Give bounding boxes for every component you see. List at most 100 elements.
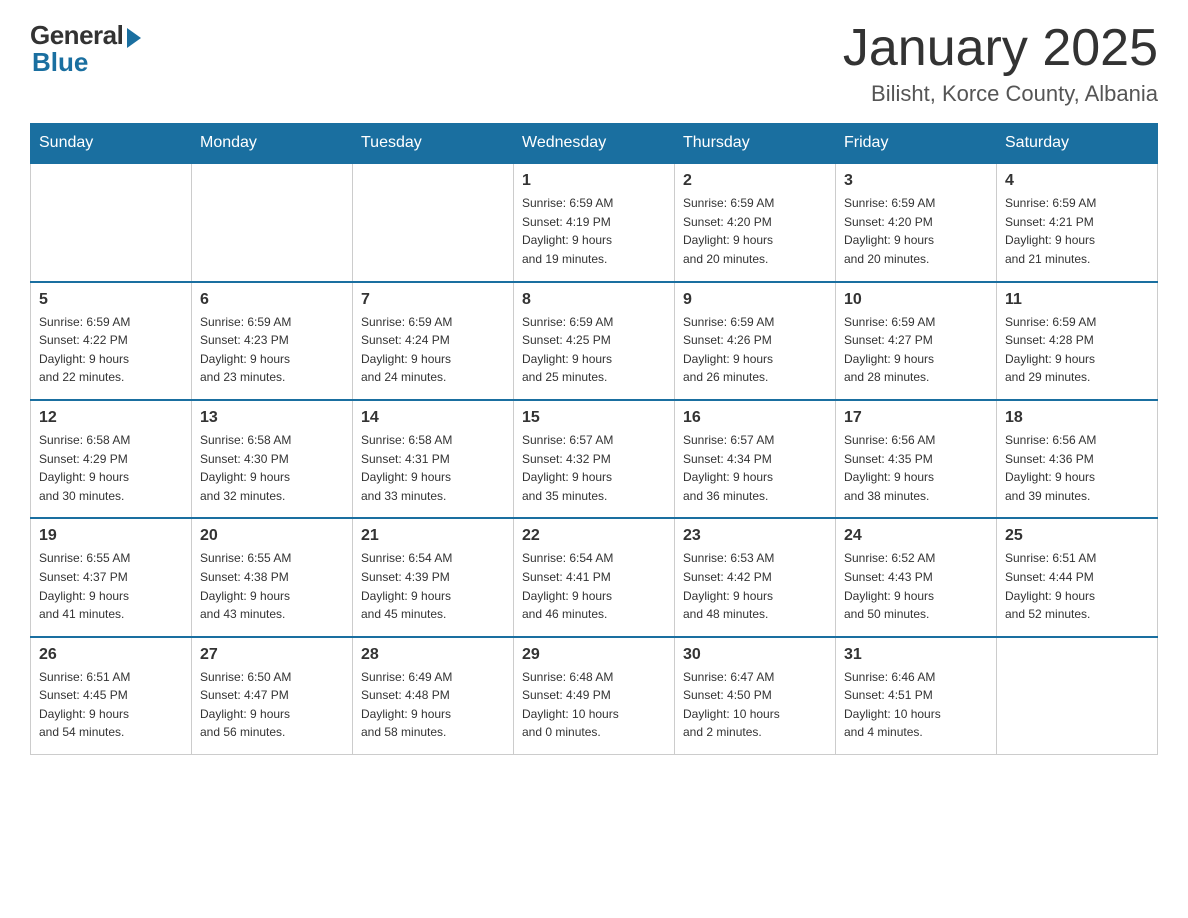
day-info: Sunrise: 6:48 AM Sunset: 4:49 PM Dayligh…: [522, 668, 666, 742]
day-info: Sunrise: 6:54 AM Sunset: 4:39 PM Dayligh…: [361, 549, 505, 623]
calendar-cell: 26 Sunrise: 6:51 AM Sunset: 4:45 PM Dayli…: [31, 637, 192, 755]
day-info: Sunrise: 6:54 AM Sunset: 4:41 PM Dayligh…: [522, 549, 666, 623]
day-number: 6: [200, 291, 344, 309]
calendar-cell: 11Sunrise: 6:59 AM Sunset: 4:28 PM Dayli…: [997, 282, 1158, 400]
day-number: 25: [1005, 527, 1149, 545]
day-number: 3: [844, 172, 988, 190]
day-number: 20: [200, 527, 344, 545]
day-info: Sunrise: 6:59 AM Sunset: 4:20 PM Dayligh…: [683, 194, 827, 268]
day-info: Sunrise: 6:52 AM Sunset: 4:43 PM Dayligh…: [844, 549, 988, 623]
calendar-cell: 25 Sunrise: 6:51 AM Sunset: 4:44 PM Dayli…: [997, 518, 1158, 636]
day-number: 9: [683, 291, 827, 309]
day-number: 31: [844, 646, 988, 664]
calendar-cell: 22 Sunrise: 6:54 AM Sunset: 4:41 PM Dayli…: [514, 518, 675, 636]
day-number: 8: [522, 291, 666, 309]
weekday-header-wednesday: Wednesday: [514, 124, 675, 164]
weekday-header-tuesday: Tuesday: [353, 124, 514, 164]
day-number: 5: [39, 291, 183, 309]
day-info: Sunrise: 6:59 AM Sunset: 4:25 PM Dayligh…: [522, 313, 666, 387]
calendar-cell: [997, 637, 1158, 755]
day-number: 26: [39, 646, 183, 664]
calendar-cell: 16 Sunrise: 6:57 AM Sunset: 4:34 PM Dayli…: [675, 400, 836, 518]
calendar-cell: 30Sunrise: 6:47 AM Sunset: 4:50 PM Dayli…: [675, 637, 836, 755]
day-info: Sunrise: 6:57 AM Sunset: 4:32 PM Dayligh…: [522, 431, 666, 505]
calendar-cell: 27 Sunrise: 6:50 AM Sunset: 4:47 PM Dayli…: [192, 637, 353, 755]
calendar-cell: 3Sunrise: 6:59 AM Sunset: 4:20 PM Daylig…: [836, 163, 997, 281]
day-number: 1: [522, 172, 666, 190]
calendar-cell: 13 Sunrise: 6:58 AM Sunset: 4:30 PM Dayli…: [192, 400, 353, 518]
calendar-cell: 31 Sunrise: 6:46 AM Sunset: 4:51 PM Dayli…: [836, 637, 997, 755]
weekday-header-monday: Monday: [192, 124, 353, 164]
day-info: Sunrise: 6:59 AM Sunset: 4:26 PM Dayligh…: [683, 313, 827, 387]
day-info: Sunrise: 6:47 AM Sunset: 4:50 PM Dayligh…: [683, 668, 827, 742]
day-number: 22: [522, 527, 666, 545]
day-info: Sunrise: 6:57 AM Sunset: 4:34 PM Dayligh…: [683, 431, 827, 505]
weekday-header-thursday: Thursday: [675, 124, 836, 164]
day-info: Sunrise: 6:51 AM Sunset: 4:44 PM Dayligh…: [1005, 549, 1149, 623]
calendar-cell: 9 Sunrise: 6:59 AM Sunset: 4:26 PM Daylig…: [675, 282, 836, 400]
weekday-header-saturday: Saturday: [997, 124, 1158, 164]
calendar-cell: [353, 163, 514, 281]
calendar-header: SundayMondayTuesdayWednesdayThursdayFrid…: [31, 124, 1158, 164]
day-number: 18: [1005, 409, 1149, 427]
day-number: 12: [39, 409, 183, 427]
day-info: Sunrise: 6:59 AM Sunset: 4:23 PM Dayligh…: [200, 313, 344, 387]
day-number: 10: [844, 291, 988, 309]
day-info: Sunrise: 6:59 AM Sunset: 4:22 PM Dayligh…: [39, 313, 183, 387]
calendar-cell: [192, 163, 353, 281]
day-info: Sunrise: 6:59 AM Sunset: 4:19 PM Dayligh…: [522, 194, 666, 268]
day-info: Sunrise: 6:55 AM Sunset: 4:38 PM Dayligh…: [200, 549, 344, 623]
day-info: Sunrise: 6:55 AM Sunset: 4:37 PM Dayligh…: [39, 549, 183, 623]
calendar-cell: 10 Sunrise: 6:59 AM Sunset: 4:27 PM Dayli…: [836, 282, 997, 400]
day-info: Sunrise: 6:56 AM Sunset: 4:35 PM Dayligh…: [844, 431, 988, 505]
calendar-cell: 8 Sunrise: 6:59 AM Sunset: 4:25 PM Daylig…: [514, 282, 675, 400]
day-info: Sunrise: 6:56 AM Sunset: 4:36 PM Dayligh…: [1005, 431, 1149, 505]
weekday-header-sunday: Sunday: [31, 124, 192, 164]
calendar-cell: 24Sunrise: 6:52 AM Sunset: 4:43 PM Dayli…: [836, 518, 997, 636]
calendar-cell: 28Sunrise: 6:49 AM Sunset: 4:48 PM Dayli…: [353, 637, 514, 755]
day-info: Sunrise: 6:58 AM Sunset: 4:30 PM Dayligh…: [200, 431, 344, 505]
day-info: Sunrise: 6:59 AM Sunset: 4:21 PM Dayligh…: [1005, 194, 1149, 268]
day-info: Sunrise: 6:53 AM Sunset: 4:42 PM Dayligh…: [683, 549, 827, 623]
day-number: 23: [683, 527, 827, 545]
calendar-cell: 15 Sunrise: 6:57 AM Sunset: 4:32 PM Dayli…: [514, 400, 675, 518]
calendar-week-row: 19 Sunrise: 6:55 AM Sunset: 4:37 PM Dayli…: [31, 518, 1158, 636]
calendar-body: 1 Sunrise: 6:59 AM Sunset: 4:19 PM Daylig…: [31, 163, 1158, 754]
day-info: Sunrise: 6:59 AM Sunset: 4:27 PM Dayligh…: [844, 313, 988, 387]
calendar-cell: 2 Sunrise: 6:59 AM Sunset: 4:20 PM Daylig…: [675, 163, 836, 281]
day-number: 4: [1005, 172, 1149, 190]
calendar-cell: 29 Sunrise: 6:48 AM Sunset: 4:49 PM Dayli…: [514, 637, 675, 755]
calendar-cell: 23 Sunrise: 6:53 AM Sunset: 4:42 PM Dayli…: [675, 518, 836, 636]
day-number: 27: [200, 646, 344, 664]
logo-blue-text: Blue: [32, 47, 88, 78]
day-number: 29: [522, 646, 666, 664]
calendar-cell: 14Sunrise: 6:58 AM Sunset: 4:31 PM Dayli…: [353, 400, 514, 518]
day-number: 15: [522, 409, 666, 427]
calendar-cell: 20 Sunrise: 6:55 AM Sunset: 4:38 PM Dayli…: [192, 518, 353, 636]
calendar-cell: 17 Sunrise: 6:56 AM Sunset: 4:35 PM Dayli…: [836, 400, 997, 518]
day-number: 28: [361, 646, 505, 664]
day-info: Sunrise: 6:50 AM Sunset: 4:47 PM Dayligh…: [200, 668, 344, 742]
day-info: Sunrise: 6:46 AM Sunset: 4:51 PM Dayligh…: [844, 668, 988, 742]
day-number: 2: [683, 172, 827, 190]
day-info: Sunrise: 6:51 AM Sunset: 4:45 PM Dayligh…: [39, 668, 183, 742]
calendar-title-block: January 2025 Bilisht, Korce County, Alba…: [843, 20, 1158, 107]
day-info: Sunrise: 6:59 AM Sunset: 4:24 PM Dayligh…: [361, 313, 505, 387]
calendar-cell: 19 Sunrise: 6:55 AM Sunset: 4:37 PM Dayli…: [31, 518, 192, 636]
calendar-table: SundayMondayTuesdayWednesdayThursdayFrid…: [30, 123, 1158, 755]
logo: General Blue: [30, 20, 141, 78]
day-number: 7: [361, 291, 505, 309]
calendar-cell: 12Sunrise: 6:58 AM Sunset: 4:29 PM Dayli…: [31, 400, 192, 518]
weekday-header-friday: Friday: [836, 124, 997, 164]
day-number: 19: [39, 527, 183, 545]
calendar-week-row: 5 Sunrise: 6:59 AM Sunset: 4:22 PM Daylig…: [31, 282, 1158, 400]
day-number: 17: [844, 409, 988, 427]
calendar-week-row: 12Sunrise: 6:58 AM Sunset: 4:29 PM Dayli…: [31, 400, 1158, 518]
calendar-cell: 4 Sunrise: 6:59 AM Sunset: 4:21 PM Daylig…: [997, 163, 1158, 281]
day-number: 21: [361, 527, 505, 545]
calendar-cell: 5 Sunrise: 6:59 AM Sunset: 4:22 PM Daylig…: [31, 282, 192, 400]
calendar-subtitle: Bilisht, Korce County, Albania: [843, 81, 1158, 107]
calendar-week-row: 1 Sunrise: 6:59 AM Sunset: 4:19 PM Daylig…: [31, 163, 1158, 281]
day-number: 13: [200, 409, 344, 427]
day-number: 16: [683, 409, 827, 427]
